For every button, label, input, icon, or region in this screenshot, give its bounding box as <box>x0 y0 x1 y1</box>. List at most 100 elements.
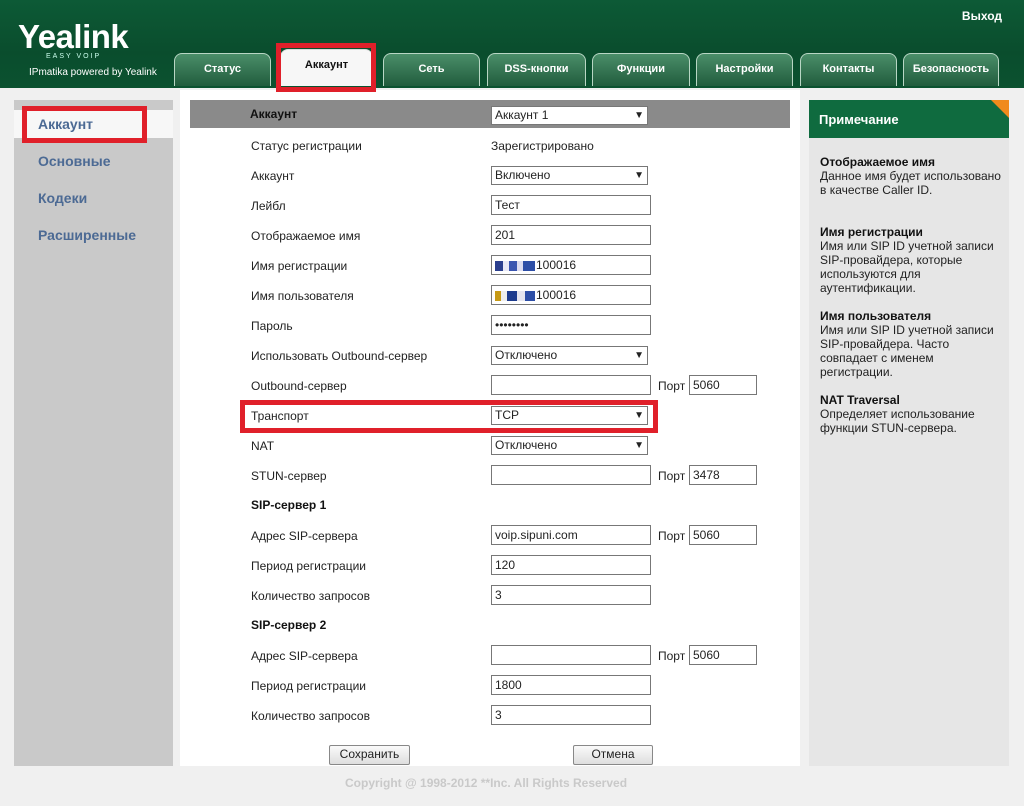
note-nat-traversal: NAT Traversal Определяет использование ф… <box>820 393 1005 435</box>
sip2-port-input[interactable]: 5060 <box>689 645 757 665</box>
note-title: Имя регистрации <box>820 225 923 239</box>
account-select[interactable]: Аккаунт 1 ▼ <box>491 106 648 125</box>
corner-fold-icon <box>991 100 1009 118</box>
logout-link[interactable]: Выход <box>962 9 1002 23</box>
sidebar-item-codecs[interactable]: Кодеки <box>14 184 173 212</box>
sidebar-item-basic[interactable]: Основные <box>14 147 173 175</box>
notes-header: Примечание <box>809 100 1009 138</box>
sip2-address-input[interactable] <box>491 645 651 665</box>
logo-tagline: IPmatika powered by Yealink <box>29 67 157 78</box>
tab-network[interactable]: Сеть <box>383 53 480 86</box>
redacted-mark <box>495 260 535 271</box>
sip1-port-label: Порт <box>658 529 686 543</box>
use-outbound-value: Отключено <box>495 348 558 362</box>
stun-label: STUN-сервер <box>251 469 327 483</box>
account-enable-select[interactable]: Включено ▼ <box>491 166 648 185</box>
chevron-down-icon: ▼ <box>634 350 644 361</box>
logo-subtitle: EASY VOIP <box>46 53 102 60</box>
save-button[interactable]: Сохранить <box>329 745 410 765</box>
transport-value: TCP <box>495 408 519 422</box>
account-enable-label: Аккаунт <box>251 169 295 183</box>
nat-select[interactable]: Отключено ▼ <box>491 436 648 455</box>
stun-input[interactable] <box>491 465 651 485</box>
display-name-label: Отображаемое имя <box>251 229 361 243</box>
tab-contacts[interactable]: Контакты <box>800 53 897 86</box>
chevron-down-icon: ▼ <box>634 410 644 421</box>
note-text: Имя или SIP ID учетной записи SIP-провай… <box>820 323 994 379</box>
account-form: Аккаунт Аккаунт 1 ▼ Статус регистрации За… <box>180 90 800 766</box>
sip2-retries-label: Количество запросов <box>251 709 370 723</box>
sip1-port-input[interactable]: 5060 <box>689 525 757 545</box>
note-text: Имя или SIP ID учетной записи SIP-провай… <box>820 239 994 295</box>
stun-port-label: Порт <box>658 469 686 483</box>
sip2-period-label: Период регистрации <box>251 679 366 693</box>
display-name-input[interactable]: 201 <box>491 225 651 245</box>
sip1-period-label: Период регистрации <box>251 559 366 573</box>
sip1-retries-input[interactable]: 3 <box>491 585 651 605</box>
tab-settings[interactable]: Настройки <box>696 53 793 86</box>
account-header-label: Аккаунт <box>250 107 298 121</box>
chevron-down-icon: ▼ <box>634 170 644 181</box>
user-name-input[interactable]: 100016 <box>491 285 651 305</box>
tab-account[interactable]: Аккаунт <box>280 49 373 86</box>
reg-name-input[interactable]: 100016 <box>491 255 651 275</box>
password-input[interactable]: •••••••• <box>491 315 651 335</box>
sip1-retries-label: Количество запросов <box>251 589 370 603</box>
label-input[interactable]: Тест <box>491 195 651 215</box>
note-reg-name: Имя регистрации Имя или SIP ID учетной з… <box>820 225 1005 295</box>
tab-dss-keys[interactable]: DSS-кнопки <box>487 53 586 86</box>
chevron-down-icon: ▼ <box>634 110 644 121</box>
note-text: Определяет использование функции STUN-се… <box>820 407 975 435</box>
sidebar-item-advanced[interactable]: Расширенные <box>14 221 173 249</box>
sip2-address-label: Адрес SIP-сервера <box>251 649 358 663</box>
transport-select[interactable]: TCP ▼ <box>491 406 648 425</box>
sidebar-item-account[interactable]: Аккаунт <box>14 110 173 138</box>
note-title: Отображаемое имя <box>820 155 935 169</box>
yealink-logo: Yealink <box>18 18 129 55</box>
note-title: NAT Traversal <box>820 393 900 407</box>
reg-status-value: Зарегистрировано <box>491 139 594 153</box>
notes-panel: Примечание Отображаемое имя Данное имя б… <box>809 100 1009 766</box>
chevron-down-icon: ▼ <box>634 440 644 451</box>
account-enable-value: Включено <box>495 168 551 182</box>
redacted-mark <box>495 290 535 301</box>
use-outbound-select[interactable]: Отключено ▼ <box>491 346 648 365</box>
sip1-period-input[interactable]: 120 <box>491 555 651 575</box>
note-text: Данное имя будет использовано в качестве… <box>820 169 1001 197</box>
sip1-address-input[interactable]: voip.sipuni.com <box>491 525 651 545</box>
user-name-label: Имя пользователя <box>251 289 354 303</box>
stun-port-input[interactable]: 3478 <box>689 465 757 485</box>
account-select-value: Аккаунт 1 <box>495 108 549 122</box>
tab-security[interactable]: Безопасность <box>903 53 999 86</box>
sip2-port-label: Порт <box>658 649 686 663</box>
outbound-port-input[interactable]: 5060 <box>689 375 757 395</box>
tab-features[interactable]: Функции <box>592 53 690 86</box>
form-header: Аккаунт <box>190 100 790 128</box>
outbound-port-label: Порт <box>658 379 686 393</box>
reg-status-label: Статус регистрации <box>251 139 362 153</box>
sip2-title: SIP-сервер 2 <box>251 618 327 632</box>
use-outbound-label: Использовать Outbound-сервер <box>251 349 428 363</box>
note-display-name: Отображаемое имя Данное имя будет исполь… <box>820 155 1005 197</box>
sidebar: Аккаунт Основные Кодеки Расширенные <box>14 100 173 766</box>
sip1-title: SIP-сервер 1 <box>251 498 327 512</box>
password-label: Пароль <box>251 319 293 333</box>
notes-title: Примечание <box>819 112 899 127</box>
sip2-period-input[interactable]: 1800 <box>491 675 651 695</box>
cancel-button[interactable]: Отмена <box>573 745 653 765</box>
tab-status[interactable]: Статус <box>174 53 271 86</box>
reg-name-value: 100016 <box>536 258 577 272</box>
label-field-label: Лейбл <box>251 199 286 213</box>
reg-name-label: Имя регистрации <box>251 259 348 273</box>
user-name-value: 100016 <box>536 288 577 302</box>
note-title: Имя пользователя <box>820 309 932 323</box>
nat-label: NAT <box>251 439 275 453</box>
outbound-input[interactable] <box>491 375 651 395</box>
sip2-retries-input[interactable]: 3 <box>491 705 651 725</box>
copyright-footer: Copyright @ 1998-2012 **Inc. All Rights … <box>345 776 628 790</box>
note-user-name: Имя пользователя Имя или SIP ID учетной … <box>820 309 1005 379</box>
transport-label: Транспорт <box>251 409 309 423</box>
top-header: Yealink EASY VOIP IPmatika powered by Ye… <box>0 0 1024 88</box>
outbound-label: Outbound-сервер <box>251 379 347 393</box>
sip1-address-label: Адрес SIP-сервера <box>251 529 358 543</box>
